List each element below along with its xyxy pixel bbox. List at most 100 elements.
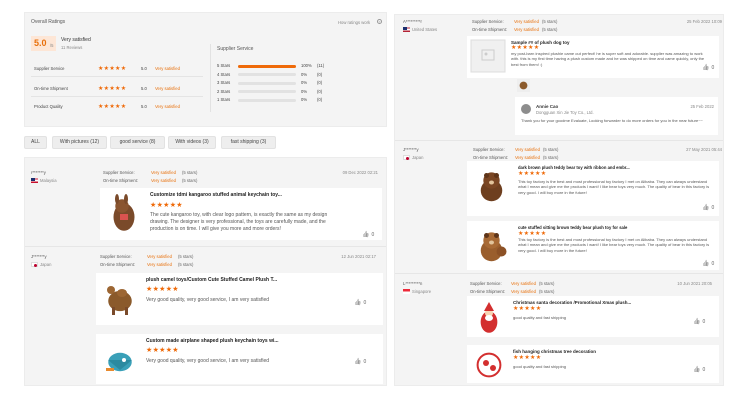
overall-title: Overall Ratings [31, 19, 66, 25]
reviewer-name: A*********r [403, 19, 422, 24]
reviewer-name: L*********n [403, 281, 423, 286]
reviewer-name: r*******y [31, 170, 46, 175]
dist-percent: 100% [301, 63, 312, 68]
reviewer-country: United States [412, 27, 438, 32]
review-divider [395, 273, 723, 274]
product-thumbnail[interactable] [470, 164, 513, 209]
review-date: 10 Jun 2021 20:05 [677, 281, 712, 286]
thumbs-up-icon: 👍 [702, 261, 710, 267]
filter-chip[interactable]: ALL [24, 136, 47, 149]
product-title[interactable]: Customize tdmi kangaroo stuffed animal k… [150, 192, 282, 198]
like-count: 0 [711, 261, 715, 267]
review-date: 25 Feb 2022 10:09 [686, 19, 722, 24]
dist-label: 1 Stars [217, 97, 231, 103]
metric-label: Supplier Service [34, 66, 65, 71]
dist-label: 4 Stars [217, 71, 231, 77]
metric-text: Very satisfied [155, 104, 180, 109]
like-button[interactable]: 👍 0 [354, 299, 366, 306]
reviewer-country: Japan [40, 262, 52, 267]
rating-stars: ★★★★★ [98, 65, 127, 72]
country-flag-icon [403, 289, 410, 294]
like-button[interactable]: 👍 0 [702, 64, 714, 71]
reviewer-country: Singapore [412, 289, 432, 294]
like-count: 0 [702, 319, 706, 325]
review-text: my post-barn inspired plushie came out p… [511, 51, 705, 67]
supplier-service-value: Very satisfied [515, 147, 540, 152]
how-ratings-work-link[interactable]: How ratings work [338, 20, 370, 25]
filter-chip[interactable]: fast shipping (3) [221, 136, 276, 149]
flag-canton [403, 27, 407, 30]
product-rating-stars: ★★★★★ [518, 231, 547, 237]
product-title[interactable]: plush camel toys/Custom Cute Stuffed Cam… [146, 277, 277, 283]
filter-chip[interactable]: With videos (3) [168, 136, 216, 149]
dist-label: 2 Stars [217, 88, 231, 94]
supplier-service-stars: (5 stars) [543, 147, 559, 152]
seller-name: Annie Cao [536, 104, 559, 109]
like-button[interactable]: 👍 0 [702, 204, 714, 211]
supplier-service-label: Supplier Service: [473, 147, 505, 152]
like-button[interactable]: 👍 0 [362, 231, 374, 238]
dist-label: 5 Stars [217, 63, 231, 68]
metric-label: Product Quality [34, 104, 63, 109]
overall-ratings-panel [24, 12, 387, 127]
reply-date: 25 Feb 2022 [690, 104, 714, 109]
product-thumbnail[interactable] [470, 39, 506, 73]
reviewer-country: Japan [412, 155, 424, 160]
supplier-service-label: Supplier Service: [100, 254, 132, 259]
shipment-value: Very satisfied [515, 155, 540, 160]
like-button[interactable]: 👍 0 [354, 358, 366, 365]
shipment-stars: (5 stars) [542, 27, 558, 32]
filter-chip[interactable]: good service (8) [110, 136, 165, 149]
divider [210, 44, 211, 112]
metric-text: Very satisfied [155, 86, 180, 91]
dist-count: (0) [317, 97, 323, 103]
metric-label: On-time Shipment [34, 86, 68, 91]
product-thumbnail[interactable] [470, 299, 508, 335]
flag-dot [406, 157, 409, 160]
reply-text: Thank you for your goodme Evaluate, Look… [521, 118, 703, 123]
row-divider [31, 96, 203, 97]
like-button[interactable]: 👍 0 [702, 260, 714, 267]
like-count: 0 [371, 232, 375, 238]
thumbs-up-icon: 👍 [693, 319, 701, 325]
shipment-value: Very satisfied [147, 262, 172, 267]
product-thumbnail[interactable] [99, 337, 141, 383]
product-image [103, 191, 145, 242]
dist-bar [238, 81, 296, 85]
score-suffix: /5 [50, 43, 54, 48]
product-thumbnail[interactable] [470, 348, 508, 382]
reviewer-name: J*******y [31, 254, 47, 259]
dist-bar [238, 64, 296, 68]
product-rating-stars: ★★★★★ [518, 171, 547, 177]
like-button[interactable]: 👍 0 [693, 366, 705, 373]
reviewer-country: Malaysia [40, 178, 57, 183]
product-thumbnail[interactable] [99, 276, 141, 322]
product-image [470, 348, 508, 387]
dist-count: (0) [317, 71, 323, 77]
product-title[interactable]: Custom made airplane shaped plush keycha… [146, 338, 279, 344]
product-rating-stars: ★★★★★ [513, 306, 542, 312]
product-image [470, 164, 513, 214]
dist-percent: 0% [301, 88, 308, 94]
dist-count: (0) [317, 88, 323, 94]
supplier-service-stars: (5 stars) [182, 170, 198, 175]
overall-score: 5.0 [34, 38, 47, 48]
product-rating-stars: ★★★★★ [146, 347, 179, 354]
review-text: The cute kangaroo toy, with clear logo p… [150, 212, 328, 232]
like-button[interactable]: 👍 0 [693, 318, 705, 325]
product-thumbnail[interactable] [470, 224, 513, 269]
product-thumbnail[interactable] [517, 79, 530, 92]
supplier-service-stars: (5 stars) [539, 281, 555, 286]
filter-chip[interactable]: With pictures (12) [52, 136, 107, 149]
product-image [99, 337, 141, 388]
supplier-service-value: Very satisfied [151, 170, 176, 175]
dist-count: (11) [317, 63, 325, 68]
product-thumbnail[interactable] [103, 191, 145, 237]
like-count: 0 [702, 367, 706, 373]
overall-label: Very satisfied [61, 37, 91, 43]
dist-bar [238, 90, 296, 94]
metric-score: 5.0 [141, 104, 147, 109]
shipment-label: On-time Shipment: [472, 27, 507, 32]
dist-count: (0) [317, 80, 323, 86]
help-icon[interactable]: ? [377, 19, 382, 24]
